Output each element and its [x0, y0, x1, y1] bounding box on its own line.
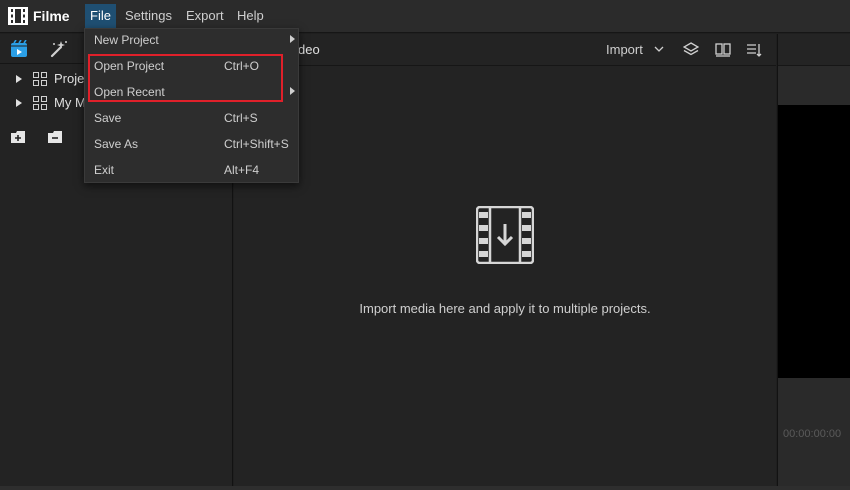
menu-file[interactable]: File	[85, 4, 116, 28]
menu-help[interactable]: Help	[232, 4, 269, 28]
menu-item-shortcut: Ctrl+Shift+S	[224, 137, 289, 151]
import-media-icon[interactable]	[476, 206, 534, 264]
tree-item-label: My M	[54, 95, 86, 110]
media-icon[interactable]	[10, 40, 28, 58]
media-tab-label[interactable]: deo	[298, 42, 320, 57]
submenu-arrow-icon	[290, 87, 295, 95]
grid-view-icon[interactable]	[715, 42, 731, 58]
timeline-divider[interactable]	[0, 486, 850, 490]
grid-icon	[33, 72, 47, 86]
effects-icon[interactable]	[50, 40, 68, 58]
media-library-header: deo Import	[234, 34, 776, 66]
remove-folder-icon[interactable]	[48, 131, 62, 143]
menu-item-label: Save As	[94, 137, 139, 151]
preview-header	[778, 34, 850, 66]
preview-toolbar	[778, 67, 850, 104]
app-name: Filme	[33, 8, 70, 24]
video-preview[interactable]	[778, 105, 850, 378]
menu-item-label: Save	[94, 111, 122, 125]
menu-item-label: Exit	[94, 163, 115, 177]
filme-logo-icon	[8, 7, 28, 25]
layers-icon[interactable]	[683, 42, 699, 58]
menu-export[interactable]: Export	[181, 4, 229, 28]
menu-settings[interactable]: Settings	[120, 4, 177, 28]
timecode: 00:00:00:00	[783, 428, 842, 440]
menu-item-save[interactable]: Save Ctrl+S	[85, 105, 298, 131]
chevron-down-icon[interactable]	[654, 44, 664, 54]
preview-panel: 00:00:00:00	[777, 34, 850, 486]
menu-item-shortcut: Alt+F4	[224, 163, 260, 177]
menu-item-save-as[interactable]: Save As Ctrl+Shift+S	[85, 131, 298, 157]
menu-item-label: New Project	[94, 33, 159, 47]
expand-arrow-icon[interactable]	[16, 99, 22, 107]
import-button[interactable]: Import	[606, 42, 643, 57]
add-folder-icon[interactable]	[11, 131, 25, 143]
menu-item-new-project[interactable]: New Project	[85, 27, 298, 53]
grid-icon	[33, 96, 47, 110]
submenu-arrow-icon	[290, 35, 295, 43]
sort-icon[interactable]	[746, 42, 762, 58]
annotation-highlight	[88, 54, 283, 102]
file-menu-dropdown: New Project Open Project Ctrl+O Open Rec…	[84, 28, 299, 183]
menu-item-exit[interactable]: Exit Alt+F4	[85, 157, 298, 183]
empty-state-message: Import media here and apply it to multip…	[359, 301, 651, 316]
media-library-panel: deo Import Import media here and apply i…	[234, 34, 776, 486]
expand-arrow-icon[interactable]	[16, 75, 22, 83]
menu-item-shortcut: Ctrl+S	[224, 111, 258, 125]
